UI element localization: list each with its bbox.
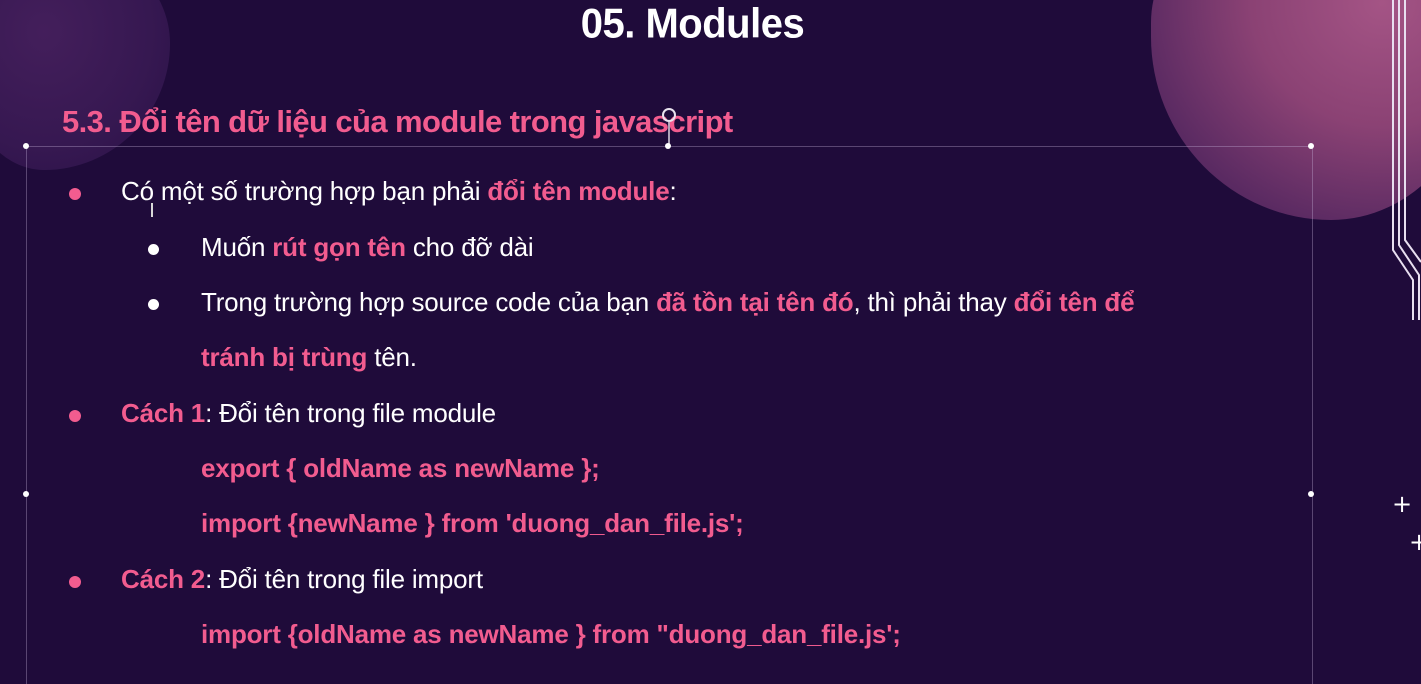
code-line-export[interactable]: export { oldName as newName }; <box>201 453 600 484</box>
bullet-highlight: Cách 1 <box>121 398 206 428</box>
code-line-import[interactable]: import {newName } from 'duong_dan_file.j… <box>201 508 744 539</box>
bullet-icon <box>69 410 81 422</box>
bullet-highlight: đã tồn tại tên đó <box>656 287 854 317</box>
bullet-text: , thì phải thay <box>853 287 1014 317</box>
bullet-text: Có một số trường hợp bạn phải <box>121 176 488 206</box>
bullet-icon <box>69 576 81 588</box>
sub-bullet-name-conflict[interactable]: Trong trường hợp source code của bạn đã … <box>201 287 1135 318</box>
sub-bullet-shorten-name[interactable]: Muốn rút gọn tên cho đỡ dài <box>201 232 534 263</box>
bullet-highlight: Cách 2 <box>121 564 206 594</box>
bullet-text: Trong trường hợp source code của bạn <box>201 287 657 317</box>
bullet-text: Muốn <box>201 232 273 262</box>
bullet-rename-cases[interactable]: Có một số trường hợp bạn phải đổi tên mo… <box>121 176 677 207</box>
slide-content: Có một số trường hợp bạn phải đổi tên mo… <box>0 0 1421 684</box>
bullet-method-2[interactable]: Cách 2: Đổi tên trong file import <box>121 564 483 595</box>
bullet-highlight: đổi tên để <box>1013 287 1135 317</box>
bullet-text: tên. <box>367 342 417 372</box>
bullet-highlight: đổi tên module <box>487 176 670 206</box>
bullet-icon <box>69 188 81 200</box>
bullet-method-1[interactable]: Cách 1: Đổi tên trong file module <box>121 398 496 429</box>
text-cursor <box>151 203 153 217</box>
bullet-highlight: tránh bị trùng <box>201 342 368 372</box>
code-line-import-rename[interactable]: import {oldName as newName } from "duong… <box>201 619 901 650</box>
bullet-highlight: rút gọn tên <box>272 232 406 262</box>
bullet-text: cho đỡ dài <box>405 232 534 262</box>
bullet-text: : Đổi tên trong file module <box>205 398 496 428</box>
sub-bullet-icon <box>148 244 159 255</box>
sub-bullet-icon <box>148 299 159 310</box>
sub-bullet-name-conflict-cont[interactable]: tránh bị trùng tên. <box>201 342 417 373</box>
slide-canvas[interactable]: + + 05. Modules 5.3. Đổi tên dữ liệu của… <box>0 0 1421 684</box>
bullet-text: : Đổi tên trong file import <box>205 564 483 594</box>
bullet-text: : <box>669 176 677 206</box>
